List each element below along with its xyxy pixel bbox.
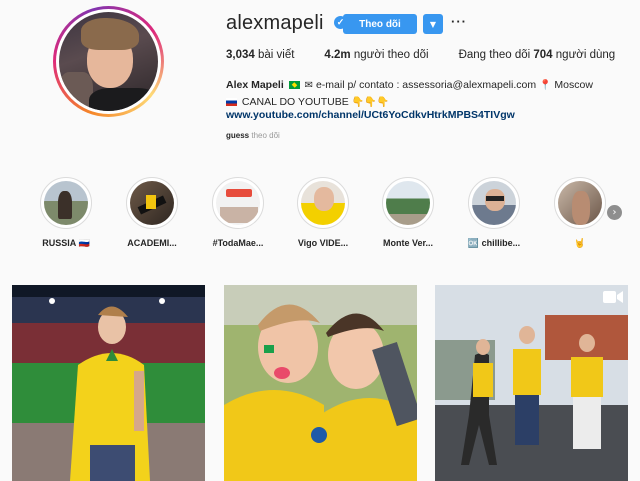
highlight-monte-verde[interactable]: Monte Ver...	[373, 177, 443, 248]
post-tile-street[interactable]	[435, 285, 628, 481]
followers-stat[interactable]: 4.2m người theo dõi	[324, 49, 428, 61]
follow-button[interactable]: Theo dõi	[343, 14, 417, 34]
chevron-down-icon[interactable]: ▼	[423, 14, 443, 34]
bio-name: Alex Mapeli	[226, 79, 284, 91]
highlight-label: Monte Ver...	[382, 238, 433, 248]
highlight-label: 🤘	[574, 238, 586, 248]
highlight-thumb	[472, 181, 516, 225]
highlight-rock[interactable]: 🤘	[545, 177, 615, 249]
highlight-thumb	[386, 181, 430, 225]
bio-youtube-text: CANAL DO YOUTUBE	[241, 96, 349, 108]
highlight-label: #TodaMae...	[212, 238, 264, 248]
highlight-todamae[interactable]: #TodaMae...	[203, 177, 273, 248]
post-image	[435, 285, 628, 481]
profile-username: alexmapeli	[226, 12, 324, 34]
envelope-icon: ✉	[304, 80, 314, 91]
highlight-russia[interactable]: RUSSIA 🇷🇺	[31, 177, 101, 249]
profile-bio: Alex Mapeli ✉ e-mail p/ contato : assess…	[226, 77, 626, 111]
highlight-label: RUSSIA 🇷🇺	[42, 238, 90, 248]
post-image	[12, 285, 205, 481]
avatar-border	[56, 9, 161, 114]
highlight-thumb	[558, 181, 602, 225]
profile-avatar[interactable]	[53, 6, 164, 117]
highlight-label: 🆗 chillibe...	[467, 238, 521, 248]
highlight-thumb	[44, 181, 88, 225]
pointing-down-icon: 👇👇👇	[351, 97, 389, 108]
highlight-thumb	[216, 181, 260, 225]
following-stat[interactable]: Đang theo dõi 704 người dùng	[459, 49, 616, 61]
chevron-right-icon[interactable]: ›	[607, 205, 622, 220]
highlight-label: Vigo VIDE...	[297, 238, 349, 248]
bio-link[interactable]: www.youtube.com/channel/UCt6YoCdkvHtrkMP…	[226, 109, 515, 121]
avatar-photo	[59, 12, 158, 111]
post-tile-friends[interactable]	[224, 285, 417, 481]
pin-icon: 📍	[539, 80, 552, 91]
highlight-chillibeans[interactable]: 🆗 chillibe...	[459, 177, 529, 249]
highlight-academia[interactable]: ACADEMI...	[117, 177, 187, 248]
russia-flag-icon	[226, 98, 237, 106]
highlight-vigo[interactable]: Vigo VIDE...	[288, 177, 358, 248]
followed-by[interactable]: guess theo dõi	[226, 131, 280, 140]
bio-location: Moscow	[554, 79, 593, 91]
profile-stats: 3,034 bài viết 4.2m người theo dõi Đang …	[226, 49, 615, 61]
post-image	[224, 285, 417, 481]
highlight-thumb	[130, 181, 174, 225]
post-tile-stadium[interactable]	[12, 285, 205, 481]
highlight-thumb	[301, 181, 345, 225]
video-camera-icon	[603, 291, 623, 303]
more-options-icon[interactable]: ···	[451, 14, 467, 29]
brazil-flag-icon	[288, 81, 300, 89]
bio-contact: e-mail p/ contato : assessoria@alexmapel…	[315, 79, 537, 91]
highlight-label: ACADEMI...	[127, 238, 177, 248]
posts-stat: 3,034 bài viết	[226, 49, 295, 61]
